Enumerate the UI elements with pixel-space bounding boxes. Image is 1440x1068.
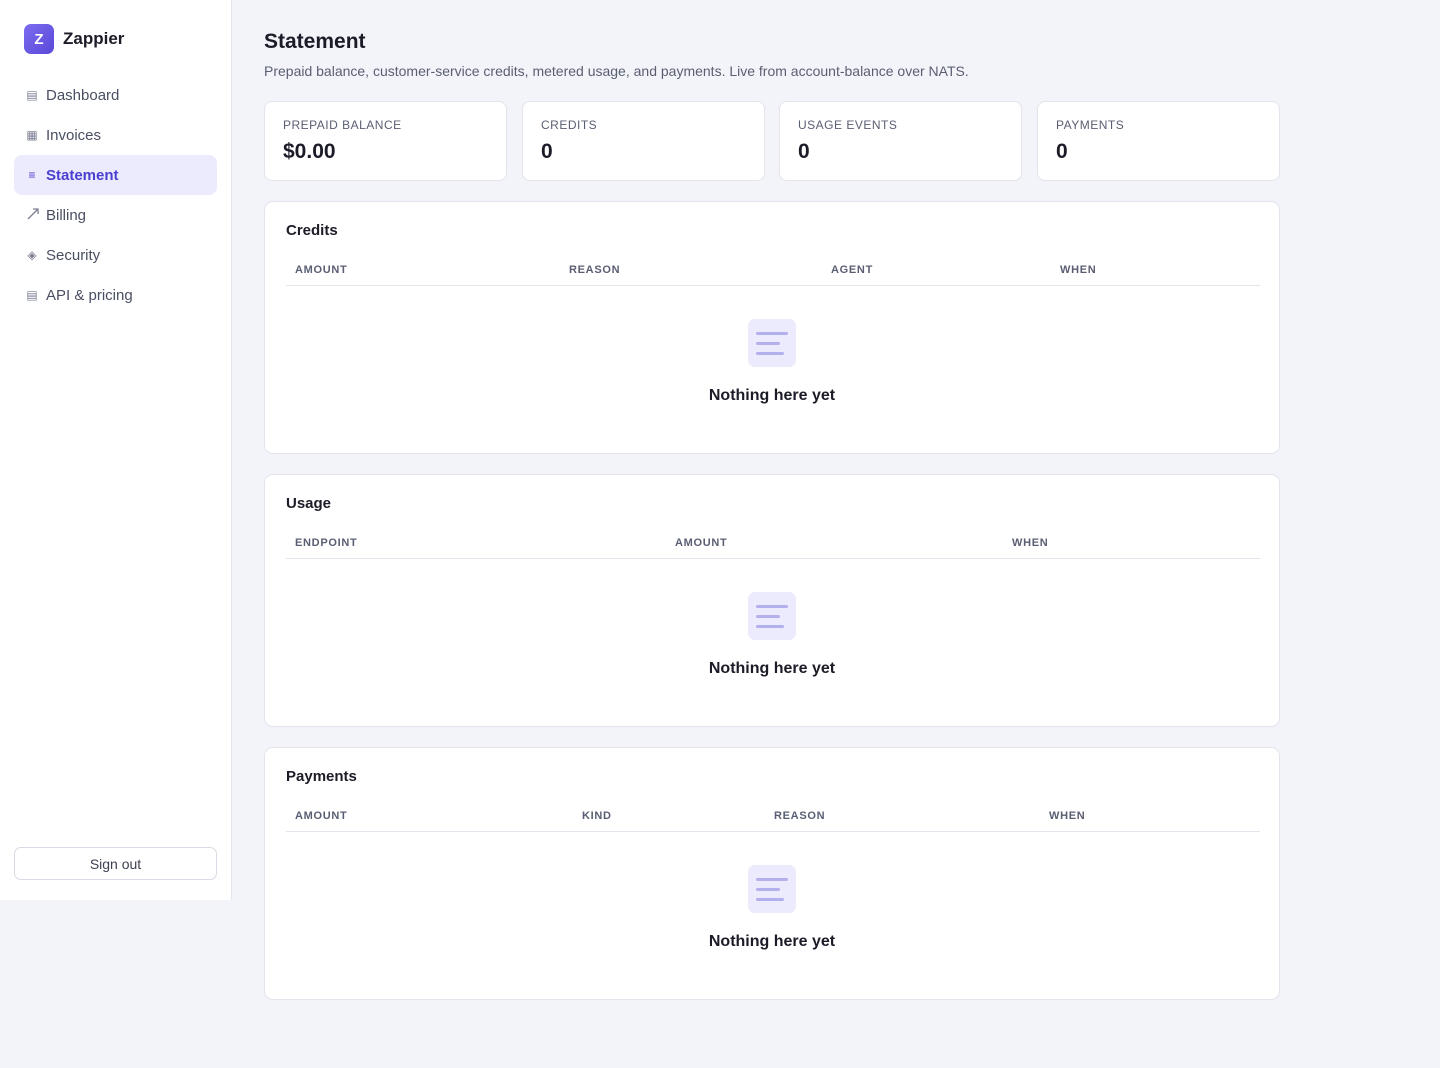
usage-panel: Usage ENDPOINT AMOUNT WHEN Nothing here … (264, 474, 1280, 727)
stat-label: USAGE EVENTS (798, 118, 898, 132)
sidebar-item-dashboard[interactable]: ▤ Dashboard (14, 75, 217, 115)
table-header: AMOUNT REASON AGENT WHEN (286, 262, 1260, 286)
column-header[interactable]: AMOUNT (675, 537, 727, 549)
column-header[interactable]: WHEN (1060, 264, 1096, 276)
sidebar-item-label: Invoices (46, 126, 102, 144)
stat-value: 0 (1056, 140, 1068, 163)
table-header: ENDPOINT AMOUNT WHEN (286, 535, 1260, 559)
column-header[interactable]: WHEN (1049, 810, 1085, 822)
stat-label: CREDITS (541, 118, 598, 132)
sidebar-nav: ▤ Dashboard ▦ Invoices ≡ Statement Billi… (14, 75, 217, 315)
stat-card-prepaid-balance: PREPAID BALANCE $0.00 (264, 101, 507, 181)
sidebar-item-statement[interactable]: ≡ Statement (14, 155, 217, 195)
sidebar: Z Zappier ▤ Dashboard ▦ Invoices ≡ State… (0, 0, 232, 900)
sidebar-item-security[interactable]: ◈ Security (14, 235, 217, 275)
panel-title: Credits (286, 222, 338, 239)
credits-panel: Credits AMOUNT REASON AGENT WHEN Nothing… (264, 201, 1280, 454)
sign-out-button[interactable]: Sign out (14, 847, 217, 880)
brand[interactable]: Z Zappier (24, 24, 124, 54)
sidebar-item-label: Security (46, 246, 101, 264)
list-icon: ▤ (26, 288, 38, 302)
brand-logo: Z (24, 24, 54, 54)
sidebar-item-label: API & pricing (46, 286, 133, 304)
empty-document-icon (748, 592, 796, 640)
empty-state-text: Nothing here yet (708, 387, 836, 404)
column-header[interactable]: WHEN (1012, 537, 1048, 549)
panel-title: Payments (286, 768, 357, 785)
list-icon: ▤ (26, 88, 38, 102)
empty-state-text: Nothing here yet (708, 660, 836, 677)
diamond-icon: ◈ (27, 248, 37, 262)
table-header: AMOUNT KIND REASON WHEN (286, 808, 1260, 832)
sidebar-item-billing[interactable]: Billing (14, 195, 217, 235)
stat-value: 0 (541, 140, 553, 163)
sidebar-item-label: Billing (46, 206, 87, 224)
stat-card-usage-events: USAGE EVENTS 0 (779, 101, 1022, 181)
payments-panel: Payments AMOUNT KIND REASON WHEN Nothing… (264, 747, 1280, 1000)
column-header[interactable]: REASON (774, 810, 825, 822)
sidebar-item-api-pricing[interactable]: ▤ API & pricing (14, 275, 217, 315)
empty-document-icon (748, 865, 796, 913)
stat-label: PREPAID BALANCE (283, 118, 402, 132)
column-header[interactable]: ENDPOINT (295, 537, 357, 549)
stat-card-payments: PAYMENTS 0 (1037, 101, 1280, 181)
column-header[interactable]: AMOUNT (295, 264, 347, 276)
sidebar-item-label: Statement (46, 166, 119, 184)
panel-title: Usage (286, 495, 332, 512)
brand-name: Zappier (63, 29, 125, 48)
stat-card-credits: CREDITS 0 (522, 101, 765, 181)
column-header[interactable]: KIND (582, 810, 612, 822)
empty-document-icon (748, 319, 796, 367)
column-header[interactable]: AGENT (831, 264, 873, 276)
page-title: Statement (264, 30, 366, 53)
column-header[interactable]: REASON (569, 264, 620, 276)
lines-icon: ≡ (28, 168, 36, 182)
page-subtitle: Prepaid balance, customer-service credit… (264, 63, 969, 79)
column-header[interactable]: AMOUNT (295, 810, 347, 822)
sidebar-item-label: Dashboard (46, 86, 120, 104)
stat-value: 0 (798, 140, 810, 163)
stat-label: PAYMENTS (1056, 118, 1125, 132)
stat-value: $0.00 (283, 140, 336, 163)
grid-icon: ▦ (26, 128, 38, 142)
trend-arrow-icon (26, 207, 39, 224)
sidebar-item-invoices[interactable]: ▦ Invoices (14, 115, 217, 155)
empty-state-text: Nothing here yet (708, 933, 836, 950)
